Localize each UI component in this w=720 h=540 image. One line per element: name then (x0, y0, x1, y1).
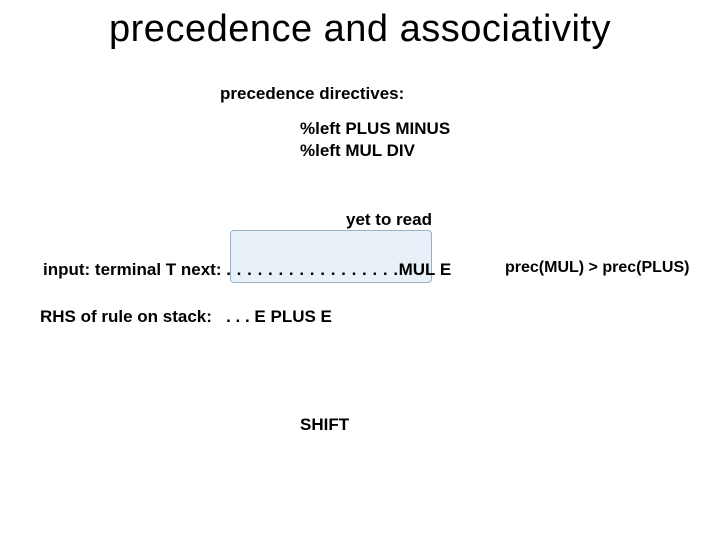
shift-label: SHIFT (300, 415, 349, 435)
precedence-directives-label: precedence directives: (220, 84, 404, 104)
yet-to-read-label: yet to read (346, 210, 432, 230)
slide-title: precedence and associativity (0, 8, 720, 51)
directive-line-1: %left PLUS MINUS (300, 119, 450, 138)
precedence-comparison: prec(MUL) > prec(PLUS) (505, 259, 689, 277)
input-line: input: terminal T next: . . . . . . . . … (43, 260, 451, 280)
slide: precedence and associativity precedence … (0, 0, 720, 540)
rhs-line: RHS of rule on stack: . . . E PLUS E (40, 307, 332, 327)
input-label: input: terminal T next: (43, 260, 226, 279)
input-tail: MUL E (399, 260, 452, 279)
input-dots: . . . . . . . . . . . . . . . . . (226, 260, 398, 279)
directive-line-2: %left MUL DIV (300, 141, 415, 160)
directives-code: %left PLUS MINUS %left MUL DIV (300, 118, 450, 162)
